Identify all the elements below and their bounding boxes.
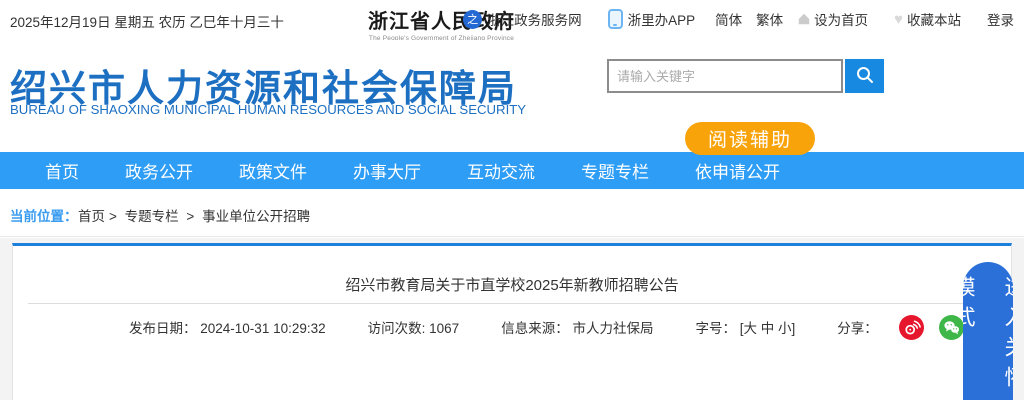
set-homepage-link[interactable]: 设为首页 [797, 9, 868, 29]
publish-date-value: 2024-10-31 10:29:32 [200, 321, 325, 336]
favorite-label: 收藏本站 [907, 9, 961, 29]
breadcrumb-separator: > [109, 209, 117, 224]
nav-item-interaction[interactable]: 互动交流 [467, 158, 535, 183]
font-size-control[interactable]: 字号： [大 中 小] [695, 317, 795, 337]
breadcrumb-home[interactable]: 首页 [78, 209, 105, 224]
breadcrumb: 首页 > 专题专栏 > 事业单位公开招聘 [78, 205, 310, 225]
search-input[interactable] [607, 59, 843, 93]
breadcrumb-label: 当前位置： [10, 205, 78, 225]
font-size-label: 字号： [695, 321, 736, 336]
breadcrumb-special-topics[interactable]: 专题专栏 [125, 209, 179, 224]
title-divider [28, 303, 996, 304]
info-source-label: 信息来源： [501, 321, 569, 336]
care-mode-label: 进入关怀模式 [963, 262, 1013, 400]
gov-service-icon: 之 [463, 10, 482, 29]
nav-item-open-by-request[interactable]: 依申请公开 [695, 158, 780, 183]
primary-nav: 首页 政务公开 政策文件 办事大厅 互动交流 专题专栏 依申请公开 [0, 152, 1024, 189]
visit-count-value: 1067 [429, 321, 459, 336]
info-source: 信息来源： 市人力社保局 [501, 317, 653, 337]
care-mode-tab[interactable]: 进入关怀模式 [963, 262, 1013, 400]
zheliban-app-label: 浙里办APP [628, 9, 696, 29]
topbar-links: 之 浙江政务服务网 浙里办APP 简体 繁体 设为首页 ♥ 收藏本站 登录 [463, 9, 1014, 29]
search-bar [607, 59, 884, 93]
date-text: 2025年12月19日 星期五 农历 乙巳年十月三十 [10, 11, 284, 31]
site-title-english: BUREAU OF SHAOXING MUNICIPAL HUMAN RESOU… [10, 102, 526, 117]
site-header: 绍兴市人力资源和社会保障局 BUREAU OF SHAOXING MUNICIP… [0, 40, 1024, 152]
font-size-options[interactable]: [大 中 小] [740, 321, 796, 336]
traditional-chinese-link[interactable]: 繁体 [756, 9, 783, 29]
nav-item-gov-affairs[interactable]: 政务公开 [125, 158, 193, 183]
reading-aid-button[interactable]: 阅读辅助 [685, 122, 815, 155]
favorite-link[interactable]: ♥ 收藏本站 [894, 9, 961, 29]
nav-item-special-topics[interactable]: 专题专栏 [581, 158, 649, 183]
breadcrumb-separator: > [186, 209, 194, 224]
wechat-share-icon[interactable] [939, 315, 964, 340]
visit-count-label: 访问次数: [368, 321, 426, 336]
login-link[interactable]: 登录 [987, 9, 1014, 29]
phone-icon [608, 9, 623, 29]
top-utility-bar: 2025年12月19日 星期五 农历 乙巳年十月三十 浙江省人民政府 The P… [0, 0, 1024, 40]
nav-item-home[interactable]: 首页 [45, 158, 79, 183]
visit-count: 访问次数: 1067 [368, 317, 460, 337]
zheliban-app-link[interactable]: 浙里办APP [608, 9, 696, 29]
article-title: 绍兴市教育局关于市直学校2025年新教师招聘公告 [13, 274, 1011, 295]
publish-date-label: 发布日期： [129, 321, 197, 336]
publish-date: 发布日期： 2024-10-31 10:29:32 [129, 317, 326, 337]
breadcrumb-recruitment[interactable]: 事业单位公开招聘 [202, 209, 310, 224]
page: 2025年12月19日 星期五 农历 乙巳年十月三十 浙江省人民政府 The P… [0, 0, 1024, 400]
breadcrumb-bar: 当前位置： 首页 > 专题专栏 > 事业单位公开招聘 [0, 189, 1024, 237]
nav-item-service-hall[interactable]: 办事大厅 [353, 158, 421, 183]
house-icon [797, 12, 811, 26]
set-homepage-label: 设为首页 [814, 9, 868, 29]
info-source-value: 市人力社保局 [572, 321, 653, 336]
article-meta-row: 发布日期： 2024-10-31 10:29:32 访问次数: 1067 信息来… [129, 312, 1004, 342]
nav-item-policy-documents[interactable]: 政策文件 [239, 158, 307, 183]
simplified-chinese-link[interactable]: 简体 [715, 9, 742, 29]
search-icon [854, 64, 876, 89]
article-panel: 绍兴市教育局关于市直学校2025年新教师招聘公告 发布日期： 2024-10-3… [12, 243, 1012, 400]
gov-service-link[interactable]: 之 浙江政务服务网 [463, 9, 582, 29]
share-label: 分享： [837, 317, 878, 337]
heart-icon: ♥ [894, 11, 903, 28]
search-button[interactable] [845, 59, 884, 93]
gov-service-label: 浙江政务服务网 [487, 9, 582, 29]
weibo-share-icon[interactable] [899, 315, 924, 340]
